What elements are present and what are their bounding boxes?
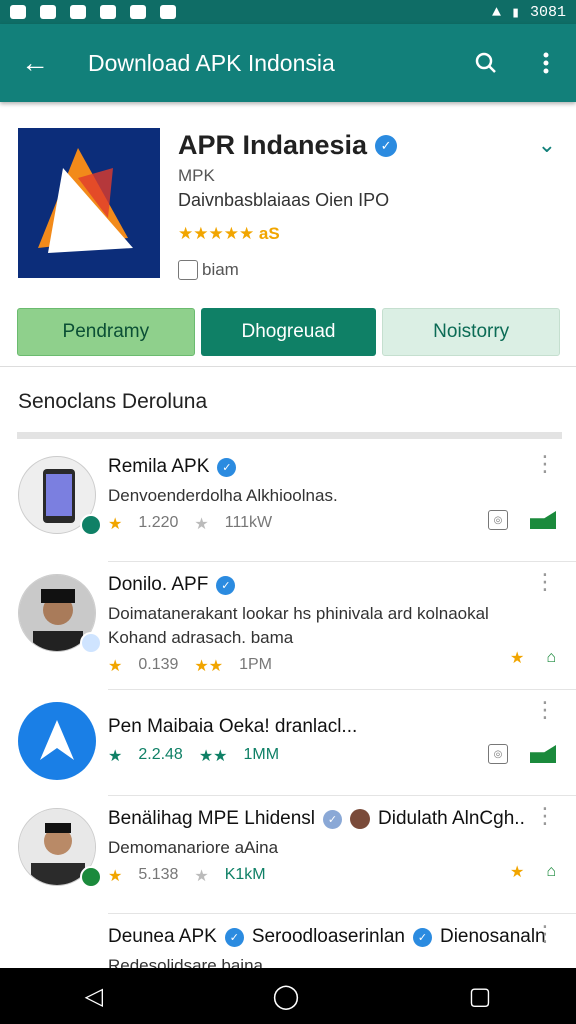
info-icon xyxy=(178,260,198,280)
action-buttons: Pendramy Dhogreuad Noistorry xyxy=(17,308,561,356)
installs: biam xyxy=(178,260,239,280)
item-desc: Doimatanerakant lookar hs phinivala ard … xyxy=(108,604,489,647)
status-right: ▲ ▮ 3081 xyxy=(492,3,566,22)
list-item[interactable]: Benälihag MPE Lhidensl ✓ Didulath AlnCgh..… xyxy=(18,796,576,914)
arrow-left-icon: ← xyxy=(21,47,49,78)
item-title: Benälihag MPE Lhidensl ✓ Didulath AlnCgh.. xyxy=(108,808,525,829)
verified-icon: ✓ xyxy=(375,134,398,157)
app-bar: ← Download APK Indonsia xyxy=(0,24,576,102)
verified-icon: ✓ xyxy=(323,809,343,829)
app-logo xyxy=(18,128,160,278)
wifi-icon: ▲ xyxy=(491,3,501,21)
nav-recents-button[interactable]: ▢ xyxy=(469,982,492,1011)
app-bar-title: Download APK Indonsia xyxy=(88,49,335,76)
primary-button[interactable]: Pendramy xyxy=(17,308,195,356)
status-dot xyxy=(80,514,102,536)
info-icon[interactable]: ◎ xyxy=(488,744,508,764)
list-item[interactable]: Pen Maibaia Oeka! dranlacl... ★ 2.2.48 ★★ 1… xyxy=(18,690,576,796)
verified-icon: ✓ xyxy=(412,927,432,947)
back-button[interactable]: ← xyxy=(0,47,70,79)
item-desc: Demomanariore aAina xyxy=(108,838,279,857)
notification-icon xyxy=(40,5,56,19)
item-meta: ★ 5.138 ★ K1kM xyxy=(108,866,266,885)
verified-icon: ✓ xyxy=(216,575,236,595)
developer-name[interactable]: MPK xyxy=(178,166,215,186)
download-icon[interactable] xyxy=(530,745,556,763)
kebab-icon[interactable]: ⋮ xyxy=(534,805,556,827)
kebab-icon[interactable]: ⋮ xyxy=(534,453,556,475)
download-button[interactable]: Dhogreuad xyxy=(200,308,377,356)
star-icon[interactable]: ★ xyxy=(510,648,524,668)
status-dot xyxy=(80,866,102,888)
history-button[interactable]: Noistorry xyxy=(382,308,561,356)
status-dot xyxy=(80,632,102,654)
installs-text: biam xyxy=(202,260,239,279)
item-title: Remila APK ✓ xyxy=(108,456,237,478)
info-icon[interactable]: ◎ xyxy=(488,510,508,530)
star-icon: ★ xyxy=(108,516,123,533)
app-list: Remila APK ✓ Denvoenderdolha Alkhioolnas.… xyxy=(0,444,576,984)
item-actions: ★ ⌂ xyxy=(510,648,556,668)
verified-icon: ✓ xyxy=(224,927,244,947)
search-button[interactable] xyxy=(456,51,516,75)
verified-icon: ✓ xyxy=(217,457,237,477)
nav-home-button[interactable]: ◯ xyxy=(272,982,299,1011)
kebab-icon xyxy=(543,52,549,74)
mini-avatar-icon xyxy=(350,809,371,829)
app-avatar xyxy=(18,702,96,780)
notification-icon xyxy=(70,5,86,19)
item-actions: ★ ⌂ xyxy=(510,862,556,882)
star-icon: ★★ xyxy=(194,658,224,675)
app-header: APR Indanesia ✓ ⌄ MPK Daivnbasblaiaas Oi… xyxy=(0,102,576,372)
system-nav-bar: ◁ ◯ ▢ xyxy=(0,968,576,1024)
status-bar: ▲ ▮ 3081 xyxy=(0,0,576,24)
app-name-text: APR Indanesia xyxy=(178,130,368,160)
star-icon: ★ xyxy=(108,868,123,885)
notification-icon xyxy=(130,5,146,19)
section-divider xyxy=(17,432,562,439)
list-item[interactable]: Remila APK ✓ Denvoenderdolha Alkhioolnas.… xyxy=(18,444,576,562)
kebab-icon[interactable]: ⋮ xyxy=(534,923,556,945)
notification-icon xyxy=(10,5,26,19)
home-icon[interactable]: ⌂ xyxy=(546,863,556,881)
star-icon: ★ xyxy=(194,516,209,533)
item-desc: Denvoenderdolha Alkhioolnas. xyxy=(108,486,338,505)
star-icon: ★ xyxy=(108,658,123,675)
battery-icon: ▮ xyxy=(510,4,520,22)
star-icon: ★ xyxy=(194,868,209,885)
item-actions: ◎ xyxy=(488,510,556,530)
item-meta: ★ 2.2.48 ★★ 1MM xyxy=(108,746,280,765)
app-name: APR Indanesia ✓ xyxy=(178,130,398,161)
status-icons xyxy=(10,5,176,19)
home-icon[interactable]: ⌂ xyxy=(546,649,556,667)
divider xyxy=(0,366,576,367)
star-icon: ★ xyxy=(108,748,123,765)
rating: ★★★★★ aS xyxy=(178,224,280,243)
more-button[interactable] xyxy=(516,52,576,74)
download-icon[interactable] xyxy=(530,511,556,529)
app-subtitle: Daivnbasblaiaas Oien IPO xyxy=(178,190,390,210)
star-icon[interactable]: ★ xyxy=(510,862,524,882)
kebab-icon[interactable]: ⋮ xyxy=(534,699,556,721)
nav-back-button[interactable]: ◁ xyxy=(85,982,103,1011)
item-title: Pen Maibaia Oeka! dranlacl... xyxy=(108,716,358,737)
item-meta: ★ 0.139 ★★ 1PM xyxy=(108,656,272,675)
item-actions: ◎ xyxy=(488,744,556,764)
chevron-down-icon[interactable]: ⌄ xyxy=(538,132,556,158)
section-title: Senoclans Deroluna xyxy=(18,390,208,413)
notification-icon xyxy=(100,5,116,19)
star-icon: ★★ xyxy=(198,748,228,765)
clock: 3081 xyxy=(529,3,566,21)
search-icon xyxy=(475,52,496,73)
list-item[interactable]: Donilo. APF ✓ Doimatanerakant lookar hs p… xyxy=(18,562,576,690)
item-title: Deunea APK ✓ Seroodloaserinlan ✓ Dienosanaln xyxy=(108,926,546,947)
item-meta: ★ 1.220 ★ 111kW xyxy=(108,514,273,533)
item-title: Donilo. APF ✓ xyxy=(108,574,236,596)
notification-icon xyxy=(160,5,176,19)
kebab-icon[interactable]: ⋮ xyxy=(534,571,556,593)
